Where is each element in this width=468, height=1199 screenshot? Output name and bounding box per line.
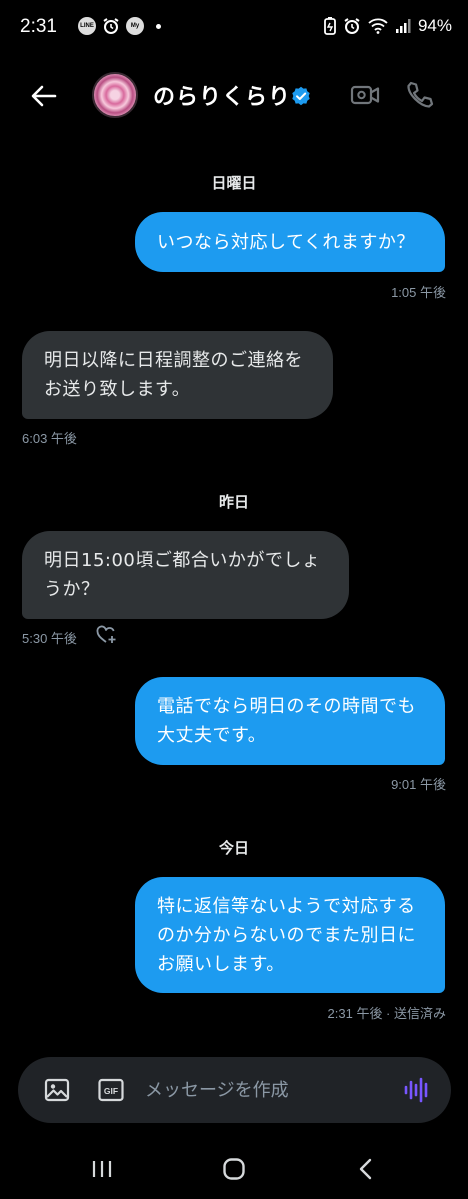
phone-icon[interactable] (402, 78, 436, 112)
back-chevron-icon (359, 1158, 372, 1180)
battery-level: 94% (417, 16, 452, 35)
signal-icon (395, 19, 411, 33)
wifi-icon (368, 18, 388, 34)
add-reaction-heart-icon[interactable] (96, 625, 118, 645)
verified-badge-icon (292, 86, 310, 106)
gif-icon[interactable]: GIF (98, 1078, 124, 1102)
date-separator: 日曜日 (211, 174, 257, 192)
status-bar: 2:31 LINE My 94% (0, 0, 468, 58)
recents-button[interactable] (82, 1154, 122, 1184)
my-docomo-icon: My (126, 17, 144, 35)
incoming-message[interactable]: 明日15:00頃ご都合いかがでしょ うか？ (22, 531, 349, 619)
alarm-icon (103, 18, 119, 34)
message-timestamp: 1:05 午後 (391, 285, 446, 300)
status-time: 2:31 (20, 16, 57, 37)
incoming-message[interactable]: 明日以降に日程調整のご連絡を お送り致します。 (22, 331, 333, 419)
message-text: 電話でなら明日のその時間でも 大丈夫です。 (157, 696, 416, 746)
message-text: 明日以降に日程調整のご連絡を お送り致します。 (44, 350, 303, 400)
home-icon (223, 1158, 245, 1180)
outgoing-message[interactable]: いつなら対応してくれますか？ (135, 212, 445, 272)
recents-icon (92, 1161, 112, 1177)
outgoing-message[interactable]: 特に返信等ないようで対応する のか分からないのでまた別日に お願いします。 (135, 877, 445, 993)
message-timestamp: 2:31 午後 · 送信済み (327, 1006, 446, 1021)
back-button[interactable] (24, 76, 64, 116)
notification-dot-icon (156, 23, 161, 29)
date-separator: 昨日 (218, 493, 249, 511)
message-input[interactable] (145, 1075, 385, 1105)
message-text: 明日15:00頃ご都合いかがでしょ うか？ (44, 550, 321, 600)
message-text: いつなら対応してくれますか？ (157, 231, 415, 253)
back-arrow-icon (31, 85, 57, 107)
date-separator: 今日 (218, 839, 249, 857)
message-composer: GIF (18, 1057, 451, 1123)
system-navigation-bar (0, 1140, 468, 1199)
status-left-icons: LINE My (78, 17, 161, 35)
gif-label: GIF (104, 1086, 118, 1096)
conversation-header: のらりくらり (0, 58, 468, 134)
alarm-icon (344, 18, 360, 34)
contact-name[interactable]: のらりくらり (153, 79, 291, 111)
video-call-icon[interactable] (348, 78, 382, 112)
battery-saver-icon (324, 17, 336, 35)
avatar[interactable] (92, 72, 138, 118)
status-right-icons: 94% (324, 16, 452, 36)
line-icon: LINE (78, 17, 96, 35)
voice-message-icon[interactable] (402, 1075, 432, 1105)
message-timestamp: 9:01 午後 (391, 777, 446, 792)
message-timestamp: 5:30 午後 (22, 631, 77, 646)
message-text: 特に返信等ないようで対応する のか分からないのでまた別日に お願いします。 (157, 895, 416, 975)
back-nav-button[interactable] (346, 1154, 386, 1184)
message-timestamp: 6:03 午後 (22, 431, 77, 446)
home-button[interactable] (214, 1154, 254, 1184)
outgoing-message[interactable]: 電話でなら明日のその時間でも 大丈夫です。 (135, 677, 445, 765)
image-icon[interactable] (44, 1078, 70, 1102)
